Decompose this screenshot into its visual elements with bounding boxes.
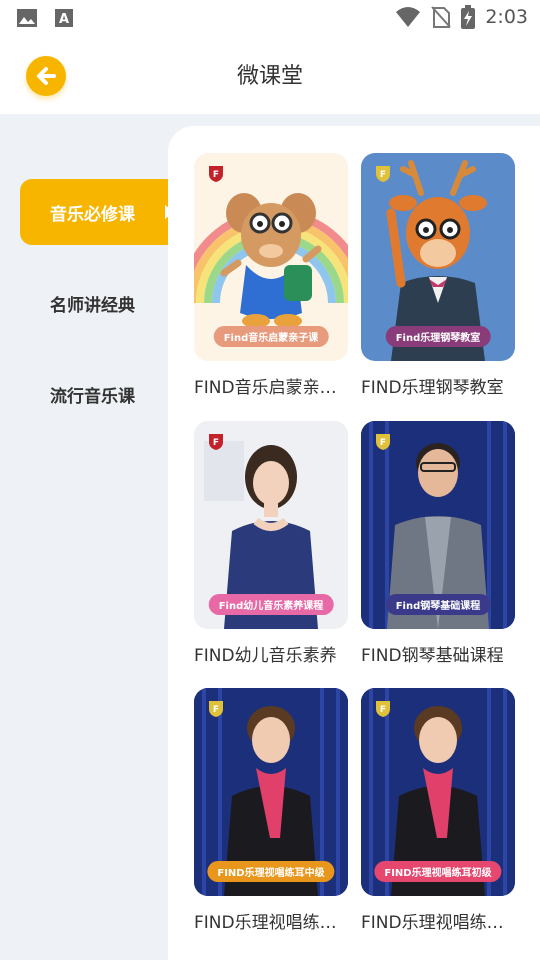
a-box-icon: A — [55, 9, 73, 27]
course-title: FIND钢琴基础课程 — [361, 646, 504, 666]
find-shield-logo: F — [209, 434, 223, 450]
status-time: 2:03 — [485, 6, 528, 28]
course-title: FIND音乐启蒙亲… — [194, 378, 337, 398]
svg-text:F: F — [213, 705, 219, 715]
course-badge: FIND乐理视唱练耳初级 — [374, 861, 502, 882]
course-card[interactable]: F FIND乐理视唱练耳初级 FIND乐理视唱练… — [361, 688, 515, 933]
svg-text:A: A — [59, 12, 69, 27]
course-card[interactable]: F Find音乐启蒙亲子课 FIND音乐启蒙亲… — [194, 153, 348, 398]
find-shield-logo: F — [209, 166, 223, 182]
course-thumbnail[interactable]: F FIND乐理视唱练耳中级 — [194, 688, 348, 896]
course-title: FIND乐理钢琴教室 — [361, 378, 504, 398]
sidebar-item-required[interactable]: 音乐必修课 — [20, 179, 188, 245]
find-shield-logo: F — [376, 701, 390, 717]
course-badge: Find钢琴基础课程 — [385, 594, 491, 615]
find-shield-logo: F — [376, 434, 390, 450]
svg-text:F: F — [213, 438, 219, 448]
course-thumbnail[interactable]: F Find音乐启蒙亲子课 — [194, 153, 348, 361]
sidebar-item-label: 流行音乐课 — [50, 386, 135, 407]
course-title: FIND幼儿音乐素养 — [194, 646, 337, 666]
status-bar: A 2:03 — [0, 0, 540, 36]
sidebar-item-label: 音乐必修课 — [50, 204, 135, 225]
course-card[interactable]: F Find乐理钢琴教室 FIND乐理钢琴教室 — [361, 153, 515, 398]
battery-charging-icon — [461, 5, 476, 29]
find-shield-logo: F — [376, 166, 390, 182]
course-thumbnail[interactable]: F Find钢琴基础课程 — [361, 421, 515, 629]
course-thumbnail[interactable]: F Find幼儿音乐素养课程 — [194, 421, 348, 629]
course-panel: F Find音乐启蒙亲子课 FIND音乐启蒙亲… F Find乐理钢琴教室 FI… — [168, 126, 540, 960]
course-title: FIND乐理视唱练… — [194, 913, 337, 933]
course-title: FIND乐理视唱练… — [361, 913, 504, 933]
course-badge: Find幼儿音乐素养课程 — [208, 594, 334, 615]
page-title: 微课堂 — [236, 64, 303, 89]
course-badge: FIND乐理视唱练耳中级 — [207, 861, 335, 882]
course-badge: Find乐理钢琴教室 — [385, 326, 491, 347]
sidebar-item-label: 名师讲经典 — [50, 295, 135, 316]
image-icon — [17, 9, 37, 27]
course-thumbnail[interactable]: F FIND乐理视唱练耳初级 — [361, 688, 515, 896]
svg-text:F: F — [380, 438, 386, 448]
course-thumbnail[interactable]: F Find乐理钢琴教室 — [361, 153, 515, 361]
wifi-icon — [396, 7, 421, 27]
svg-text:F: F — [380, 170, 386, 180]
course-card[interactable]: F FIND乐理视唱练耳中级 FIND乐理视唱练… — [194, 688, 348, 933]
sidebar-item-pop[interactable]: 流行音乐课 — [20, 361, 188, 427]
svg-text:F: F — [213, 170, 219, 180]
course-card[interactable]: F Find幼儿音乐素养课程 FIND幼儿音乐素养 — [194, 421, 348, 666]
svg-text:F: F — [380, 705, 386, 715]
no-sim-icon — [431, 6, 452, 28]
sidebar-item-masters[interactable]: 名师讲经典 — [20, 270, 188, 336]
course-card[interactable]: F Find钢琴基础课程 FIND钢琴基础课程 — [361, 421, 515, 666]
header: 微课堂 — [0, 36, 540, 114]
course-badge: Find音乐启蒙亲子课 — [213, 326, 329, 347]
find-shield-logo: F — [209, 701, 223, 717]
category-sidebar: 音乐必修课 名师讲经典 流行音乐课 — [0, 114, 188, 960]
